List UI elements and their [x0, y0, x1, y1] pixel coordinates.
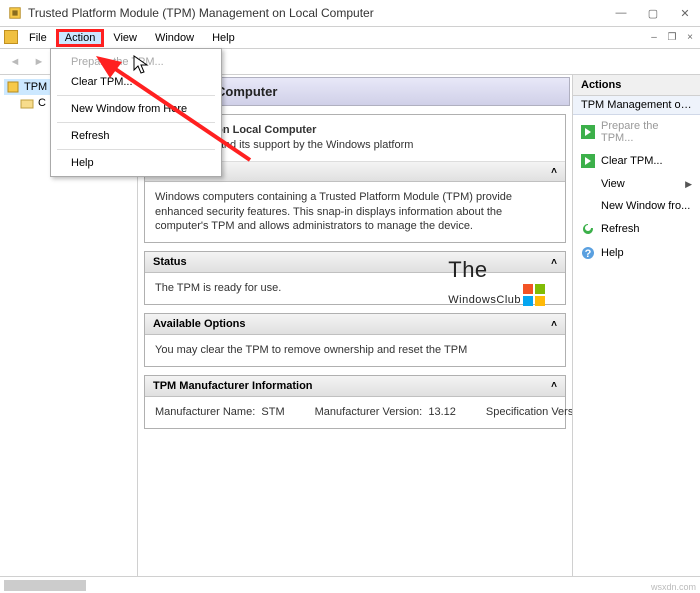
- menu-item-refresh[interactable]: Refresh: [53, 126, 219, 146]
- maximize-button[interactable]: ▢: [646, 7, 660, 20]
- actions-pane: Actions TPM Management on ... Prepare th…: [572, 75, 700, 576]
- menu-file[interactable]: File: [20, 29, 56, 47]
- mfr-spec: Specification Version: 1.2: [486, 405, 572, 420]
- status-block: Status˄ The TPM is ready for use.: [144, 251, 566, 305]
- menu-separator: [57, 122, 215, 123]
- actions-group-label: TPM Management on ...: [573, 96, 700, 115]
- action-view[interactable]: View▶: [573, 173, 700, 195]
- folder-icon: [20, 96, 34, 110]
- chevron-up-icon: ˄: [551, 257, 557, 268]
- menu-separator: [57, 149, 215, 150]
- options-block: Available Options˄ You may clear the TPM…: [144, 313, 566, 367]
- menu-bar: File Action View Window Help – ❐ ×: [0, 27, 700, 49]
- svg-text:?: ?: [585, 248, 592, 260]
- forward-button: ►: [30, 53, 48, 71]
- status-body: The TPM is ready for use.: [145, 273, 565, 304]
- action-prepare-tpm: Prepare the TPM...: [573, 115, 700, 149]
- help-icon: ?: [581, 246, 595, 260]
- chevron-up-icon: ˄: [551, 319, 557, 330]
- mfr-name: Manufacturer Name: STM: [155, 405, 285, 420]
- menu-separator: [57, 95, 215, 96]
- mmc-icon: [4, 30, 18, 44]
- arrow-right-icon: [581, 125, 595, 139]
- chevron-right-icon: ▶: [685, 179, 692, 190]
- action-help[interactable]: ? Help: [573, 241, 700, 265]
- tpm-app-icon: [8, 6, 22, 20]
- action-clear-tpm[interactable]: Clear TPM...: [573, 149, 700, 173]
- menu-item-prepare-tpm: Prepare the TPM...: [53, 52, 219, 72]
- options-toggle[interactable]: Available Options˄: [145, 314, 565, 335]
- action-new-window[interactable]: New Window fro...: [573, 195, 700, 217]
- menu-action[interactable]: Action: [56, 29, 105, 47]
- overview-body: Windows computers containing a Trusted P…: [145, 182, 565, 243]
- action-menu-dropdown: Prepare the TPM... Clear TPM... New Wind…: [50, 48, 222, 177]
- title-bar: Trusted Platform Module (TPM) Management…: [0, 0, 700, 27]
- menu-view[interactable]: View: [104, 29, 146, 47]
- mdi-close-button[interactable]: ×: [684, 32, 696, 43]
- actions-header: Actions: [573, 75, 700, 96]
- status-toggle[interactable]: Status˄: [145, 252, 565, 273]
- menu-item-clear-tpm[interactable]: Clear TPM...: [53, 72, 219, 92]
- tree-label: TPM: [24, 81, 47, 93]
- minimize-button[interactable]: —: [614, 7, 628, 20]
- manufacturer-block: TPM Manufacturer Information˄ Manufactur…: [144, 375, 566, 429]
- tree-label: C: [38, 97, 46, 109]
- menu-help[interactable]: Help: [203, 29, 244, 47]
- mdi-restore-button[interactable]: ❐: [666, 32, 678, 43]
- chevron-up-icon: ˄: [551, 380, 557, 391]
- window-title: Trusted Platform Module (TPM) Management…: [28, 6, 614, 20]
- close-button[interactable]: ✕: [678, 7, 692, 20]
- menu-window[interactable]: Window: [146, 29, 203, 47]
- options-body: You may clear the TPM to remove ownershi…: [145, 335, 565, 366]
- manufacturer-toggle[interactable]: TPM Manufacturer Information˄: [145, 376, 565, 397]
- chevron-up-icon: ˄: [551, 166, 557, 177]
- back-button: ◄: [6, 53, 24, 71]
- action-refresh[interactable]: Refresh: [573, 217, 700, 241]
- status-bar: [0, 576, 700, 593]
- credit-text: wsxdn.com: [651, 582, 696, 592]
- menu-item-new-window[interactable]: New Window from Here: [53, 99, 219, 119]
- status-segment: [4, 580, 86, 591]
- mfr-version: Manufacturer Version: 13.12: [315, 405, 456, 420]
- menu-item-help[interactable]: Help: [53, 153, 219, 173]
- mdi-minimize-button[interactable]: –: [648, 32, 660, 43]
- refresh-icon: [581, 222, 595, 236]
- arrow-right-icon: [581, 154, 595, 168]
- chip-icon: [6, 80, 20, 94]
